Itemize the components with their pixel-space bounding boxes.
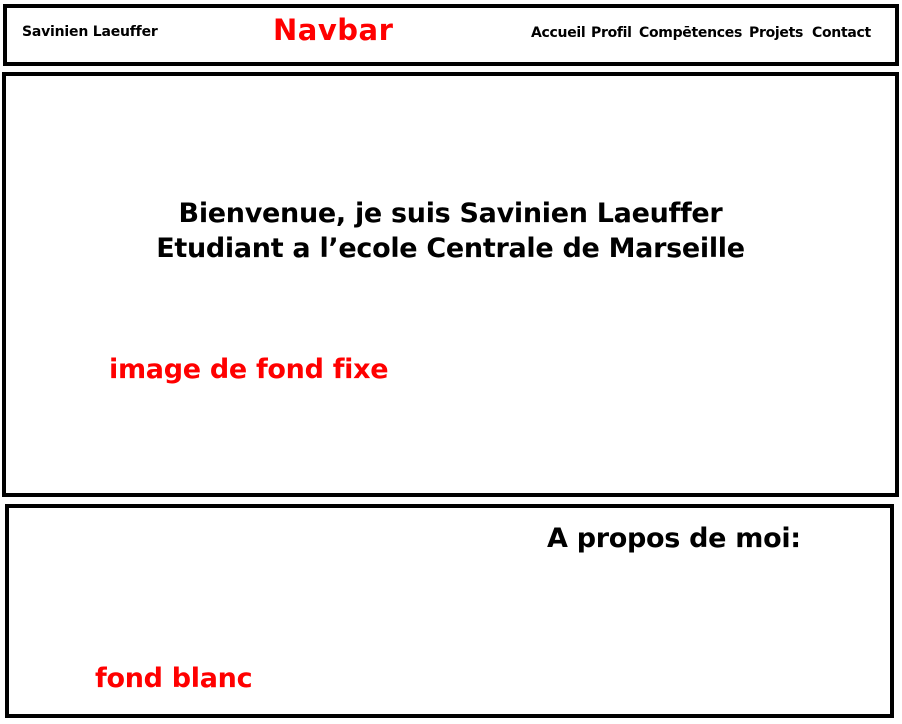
hero-subtitle: Etudiant a l’ecole Centrale de Marseille [156,233,745,264]
hero-section: Bienvenue, je suis Savinien Laeuffer Etu… [2,72,899,497]
hero-background-note: image de fond fixe [109,354,389,385]
about-background-note: fond blanc [95,663,253,694]
nav-link-contact[interactable]: Contact [812,25,871,41]
navbar: Savinien Laeuffer Navbar Accueil Profil … [3,4,899,66]
nav-link-projets[interactable]: Projets [749,25,803,41]
nav-link-profil[interactable]: Profil [591,25,632,41]
brand-name[interactable]: Savinien Laeuffer [22,24,158,40]
nav-link-accueil[interactable]: Accueil [531,25,586,41]
hero-greeting: Bienvenue, je suis Savinien Laeuffer [178,198,723,229]
navbar-title: Navbar [273,13,394,47]
about-title: A propos de moi: [547,523,801,554]
about-section: A propos de moi: fond blanc [5,504,894,718]
nav-link-competences[interactable]: Compētences [639,25,742,41]
